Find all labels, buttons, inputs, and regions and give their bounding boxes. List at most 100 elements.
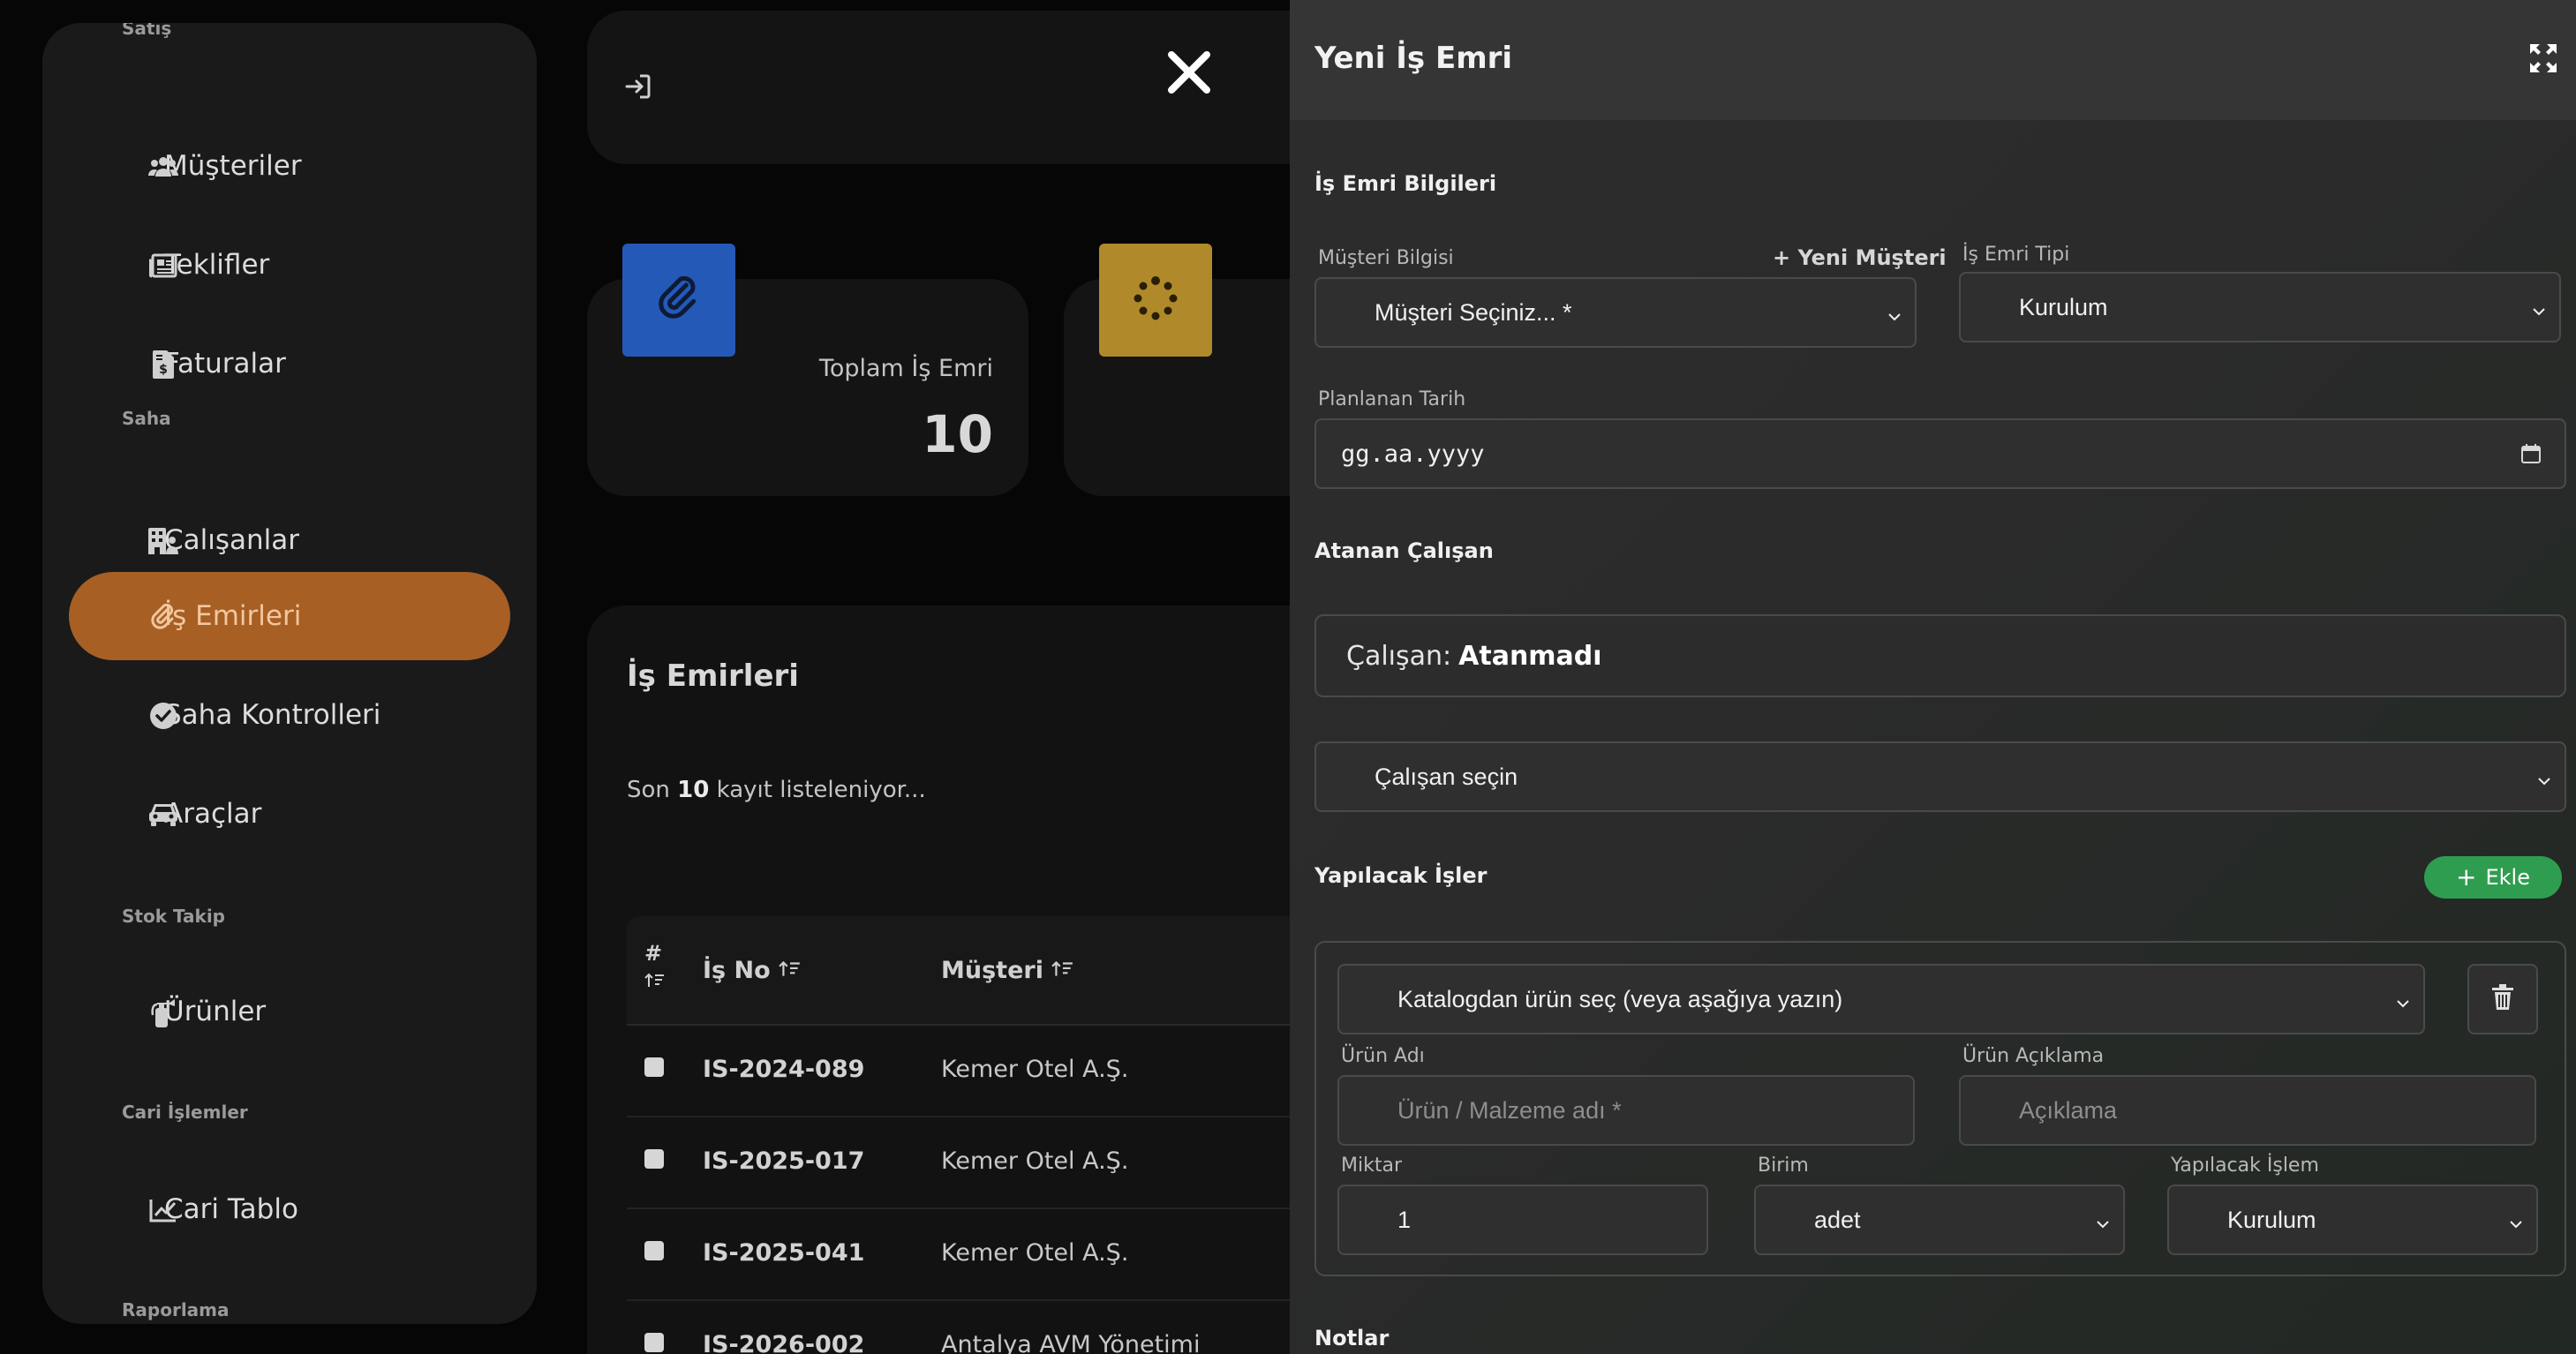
date-label: Planlanan Tarih [1318, 388, 1466, 410]
sign-in-icon[interactable] [624, 72, 652, 105]
sidebar-item-faturalar[interactable]: $ Faturalar [69, 320, 510, 408]
sidebar-item-calisanlar[interactable]: Çalışanlar [69, 496, 510, 584]
list-title: İş Emirleri [627, 658, 799, 694]
calendar-icon[interactable] [2520, 443, 2542, 470]
add-task-button[interactable]: + Ekle [2424, 856, 2562, 899]
sidebar-item-cari-tablo[interactable]: Cari Tablo [69, 1165, 510, 1253]
trash-icon [2491, 983, 2514, 1015]
new-customer-link[interactable]: + Yeni Müşteri [1773, 245, 1947, 270]
sidebar-item-musteriler[interactable]: Müşteriler [69, 122, 510, 210]
chevron-down-icon [2531, 298, 2547, 316]
catalog-select[interactable]: Katalogdan ürün seç (veya aşağıya yazın) [1337, 964, 2425, 1034]
expand-icon[interactable] [2530, 44, 2557, 74]
chevron-down-icon [2395, 990, 2411, 1008]
unit-select[interactable]: adet [1754, 1185, 2125, 1255]
row-checkbox[interactable] [644, 1057, 664, 1077]
sidebar-item-label: Cari Tablo [164, 1193, 298, 1225]
unit-label: Birim [1758, 1155, 1809, 1177]
section-label-stok-takip: Stok Takip [122, 906, 226, 927]
check-circle-icon [148, 703, 178, 729]
work-order-type-select[interactable]: Kurulum [1959, 272, 2561, 342]
sidebar-item-label: Araçlar [164, 798, 262, 830]
drawer-header: Yeni İş Emri [1290, 0, 2576, 120]
section-yapilacak-isler: Yapılacak İşler [1314, 863, 1488, 888]
customer-name: Kemer Otel A.Ş. [941, 1056, 1129, 1083]
section-label-saha: Saha [122, 408, 171, 429]
column-musteri[interactable]: Müşteri [941, 957, 1074, 984]
sidebar-item-saha-kontrolleri[interactable]: Saha Kontrolleri [69, 671, 510, 759]
customer-select[interactable]: Müşteri Seçiniz... * [1314, 277, 1917, 348]
stat-label: Toplam İş Emri [818, 355, 993, 382]
invoice-icon: $ [148, 350, 178, 379]
sidebar-item-label: Ürünler [164, 996, 267, 1027]
plus-icon: + [2456, 862, 2477, 891]
paperclip-icon [657, 275, 701, 325]
sort-icon[interactable] [779, 957, 802, 984]
sidebar: Satış Müşteriler Teklifler $ Faturalar S… [42, 23, 537, 1324]
sidebar-item-teklifler[interactable]: Teklifler [69, 221, 510, 309]
top-bar [587, 11, 1382, 164]
paperclip-icon [148, 604, 178, 630]
operation-label: Yapılacak İşlem [2171, 1155, 2319, 1177]
planned-date-input[interactable]: gg.aa.yyyy [1314, 418, 2566, 489]
chevron-down-icon [1887, 304, 1902, 321]
product-desc-input[interactable]: Açıklama [1959, 1075, 2536, 1146]
newspaper-icon [148, 252, 178, 279]
sort-icon[interactable] [644, 969, 666, 994]
product-desc-label: Ürün Açıklama [1962, 1045, 2105, 1067]
table-row[interactable]: IS-2024-089 Kemer Otel A.Ş. [627, 1026, 1382, 1117]
work-order-no: IS-2025-017 [703, 1147, 865, 1175]
table-header: # İş No Müşteri [627, 916, 1382, 1026]
car-icon [148, 801, 178, 828]
product-name-input[interactable]: Ürün / Malzeme adı * [1337, 1075, 1915, 1146]
row-checkbox[interactable] [644, 1241, 664, 1260]
stat-value: 10 [922, 404, 993, 464]
column-is-no[interactable]: İş No [703, 957, 802, 984]
new-work-order-drawer: Yeni İş Emri İş Emri Bilgileri Müşteri B… [1290, 0, 2576, 1354]
customer-name: Antalya AVM Yönetimi [941, 1331, 1201, 1354]
drawer-title: Yeni İş Emri [1314, 41, 1513, 76]
sidebar-item-label: Müşteriler [164, 150, 302, 182]
customer-name: Kemer Otel A.Ş. [941, 1147, 1129, 1175]
chevron-down-icon [2508, 1211, 2524, 1229]
table-row[interactable]: IS-2025-017 Kemer Otel A.Ş. [627, 1117, 1382, 1209]
building-icon [148, 528, 178, 554]
product-name-label: Ürün Adı [1341, 1045, 1425, 1067]
sidebar-item-label: İş Emirleri [164, 600, 302, 632]
operation-select[interactable]: Kurulum [2167, 1185, 2538, 1255]
svg-text:$: $ [159, 363, 168, 377]
type-label: İş Emri Tipi [1962, 244, 2070, 266]
section-label-raporlama: Raporlama [122, 1299, 230, 1320]
section-is-emri-bilgileri: İş Emri Bilgileri [1314, 171, 1497, 196]
section-atanan-calisan: Atanan Çalışan [1314, 538, 1494, 563]
customer-label: Müşteri Bilgisi [1318, 247, 1454, 269]
employee-select[interactable]: Çalışan seçin [1314, 741, 2566, 812]
work-orders-card: İş Emirleri Son 10 kayıt listeleniyor...… [587, 606, 1382, 1354]
sidebar-item-urunler[interactable]: Ürünler [69, 967, 510, 1056]
sidebar-item-label: Teklifler [164, 249, 270, 281]
section-label-cari-islemler: Cari İşlemler [122, 1102, 248, 1123]
main-content: Toplam İş Emri 10 İş Emirleri Son 10 kay… [587, 0, 1382, 1354]
work-order-no: IS-2025-041 [703, 1239, 865, 1267]
spinner-icon [1133, 275, 1179, 326]
table-row[interactable]: IS-2025-041 Kemer Otel A.Ş. [627, 1209, 1382, 1301]
sort-icon[interactable] [1051, 957, 1074, 984]
quantity-label: Miktar [1341, 1155, 1402, 1177]
column-index[interactable]: # [644, 939, 666, 996]
quantity-input[interactable]: 1 [1337, 1185, 1708, 1255]
close-icon[interactable] [1163, 46, 1216, 99]
delete-task-button[interactable] [2467, 964, 2538, 1034]
table-row[interactable]: IS-2026-002 Antalya AVM Yönetimi [627, 1301, 1382, 1354]
sidebar-item-label: Faturalar [164, 348, 286, 380]
assigned-employee-display: Çalışan: Atanmadı [1314, 614, 2566, 697]
row-checkbox[interactable] [644, 1333, 664, 1352]
chevron-down-icon [2095, 1211, 2111, 1229]
customer-name: Kemer Otel A.Ş. [941, 1239, 1129, 1267]
row-checkbox[interactable] [644, 1149, 664, 1169]
stat-tile-blue [622, 244, 735, 357]
list-subtitle: Son 10 kayıt listeleniyor... [627, 777, 926, 803]
sidebar-item-is-emirleri[interactable]: İş Emirleri [69, 572, 510, 660]
sidebar-item-araclar[interactable]: Araçlar [69, 770, 510, 858]
fire-extinguisher-icon [148, 999, 178, 1027]
work-order-no: IS-2026-002 [703, 1331, 865, 1354]
